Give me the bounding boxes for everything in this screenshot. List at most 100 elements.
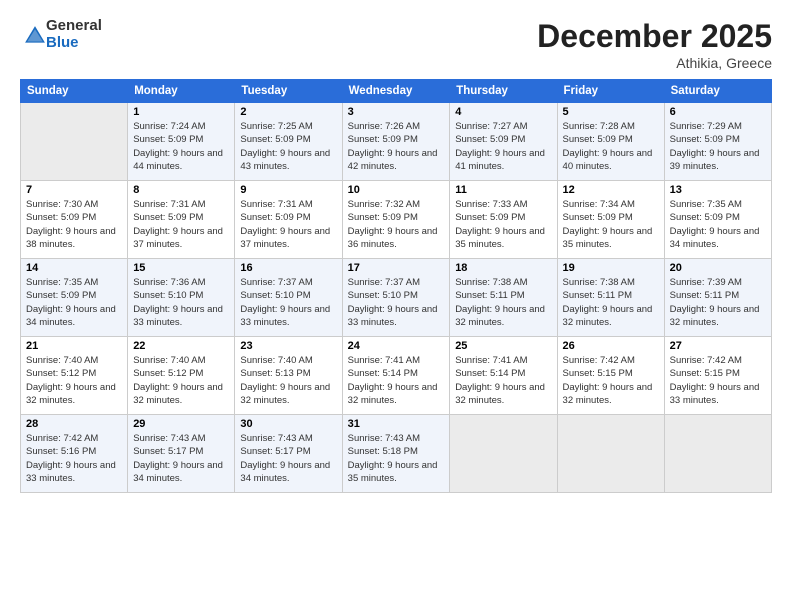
logo-icon [24, 25, 46, 47]
day-info: Sunrise: 7:42 AMSunset: 5:16 PMDaylight:… [26, 432, 122, 485]
calendar-cell: 27 Sunrise: 7:42 AMSunset: 5:15 PMDayligh… [664, 337, 771, 415]
calendar-cell: 23 Sunrise: 7:40 AMSunset: 5:13 PMDayligh… [235, 337, 342, 415]
calendar-week-row: 14Sunrise: 7:35 AMSunset: 5:09 PMDayligh… [21, 259, 772, 337]
day-info: Sunrise: 7:35 AMSunset: 5:09 PMDaylight:… [26, 276, 122, 329]
calendar-cell: 12Sunrise: 7:34 AMSunset: 5:09 PMDayligh… [557, 181, 664, 259]
day-info: Sunrise: 7:33 AMSunset: 5:09 PMDaylight:… [455, 198, 551, 251]
day-info: Sunrise: 7:24 AMSunset: 5:09 PMDaylight:… [133, 120, 229, 173]
day-number: 3 [348, 106, 445, 118]
day-number: 9 [240, 184, 336, 196]
day-number: 27 [670, 340, 766, 352]
calendar-cell: 10 Sunrise: 7:32 AMSunset: 5:09 PMDayligh… [342, 181, 450, 259]
calendar-cell: 24 Sunrise: 7:41 AMSunset: 5:14 PMDayligh… [342, 337, 450, 415]
header-thursday: Thursday [450, 80, 557, 103]
day-number: 1 [133, 106, 229, 118]
day-number: 17 [348, 262, 445, 274]
day-info: Sunrise: 7:31 AMSunset: 5:09 PMDaylight:… [133, 198, 229, 251]
day-number: 31 [348, 418, 445, 430]
day-number: 24 [348, 340, 445, 352]
logo-blue: Blue [46, 35, 102, 52]
calendar-cell: 26 Sunrise: 7:42 AMSunset: 5:15 PMDayligh… [557, 337, 664, 415]
title-block: December 2025 Athikia, Greece [537, 18, 772, 71]
day-info: Sunrise: 7:37 AMSunset: 5:10 PMDaylight:… [240, 276, 336, 329]
day-info: Sunrise: 7:41 AMSunset: 5:14 PMDaylight:… [455, 354, 551, 407]
day-info: Sunrise: 7:35 AMSunset: 5:09 PMDaylight:… [670, 198, 766, 251]
calendar-cell: 17Sunrise: 7:37 AMSunset: 5:10 PMDayligh… [342, 259, 450, 337]
header-tuesday: Tuesday [235, 80, 342, 103]
calendar-table: SundayMondayTuesdayWednesdayThursdayFrid… [20, 79, 772, 493]
calendar-cell: 14Sunrise: 7:35 AMSunset: 5:09 PMDayligh… [21, 259, 128, 337]
day-number: 28 [26, 418, 122, 430]
calendar-cell: 7Sunrise: 7:30 AMSunset: 5:09 PMDaylight… [21, 181, 128, 259]
month-title: December 2025 [537, 18, 772, 55]
calendar-cell: 4 Sunrise: 7:27 AMSunset: 5:09 PMDaylight… [450, 103, 557, 181]
calendar-week-row: 28 Sunrise: 7:42 AMSunset: 5:16 PMDayligh… [21, 415, 772, 493]
day-number: 4 [455, 106, 551, 118]
day-number: 22 [133, 340, 229, 352]
day-info: Sunrise: 7:30 AMSunset: 5:09 PMDaylight:… [26, 198, 122, 251]
day-info: Sunrise: 7:42 AMSunset: 5:15 PMDaylight:… [563, 354, 659, 407]
day-info: Sunrise: 7:43 AMSunset: 5:17 PMDaylight:… [240, 432, 336, 485]
header-friday: Friday [557, 80, 664, 103]
day-info: Sunrise: 7:28 AMSunset: 5:09 PMDaylight:… [563, 120, 659, 173]
day-info: Sunrise: 7:42 AMSunset: 5:15 PMDaylight:… [670, 354, 766, 407]
day-number: 23 [240, 340, 336, 352]
day-info: Sunrise: 7:29 AMSunset: 5:09 PMDaylight:… [670, 120, 766, 173]
day-number: 6 [670, 106, 766, 118]
header-monday: Monday [128, 80, 235, 103]
calendar-week-row: 7Sunrise: 7:30 AMSunset: 5:09 PMDaylight… [21, 181, 772, 259]
day-number: 8 [133, 184, 229, 196]
day-info: Sunrise: 7:39 AMSunset: 5:11 PMDaylight:… [670, 276, 766, 329]
day-info: Sunrise: 7:38 AMSunset: 5:11 PMDaylight:… [455, 276, 551, 329]
calendar-cell: 9Sunrise: 7:31 AMSunset: 5:09 PMDaylight… [235, 181, 342, 259]
day-info: Sunrise: 7:40 AMSunset: 5:13 PMDaylight:… [240, 354, 336, 407]
day-info: Sunrise: 7:41 AMSunset: 5:14 PMDaylight:… [348, 354, 445, 407]
logo: General Blue [20, 18, 102, 51]
day-info: Sunrise: 7:40 AMSunset: 5:12 PMDaylight:… [26, 354, 122, 407]
header-saturday: Saturday [664, 80, 771, 103]
day-number: 25 [455, 340, 551, 352]
calendar-cell: 22 Sunrise: 7:40 AMSunset: 5:12 PMDayligh… [128, 337, 235, 415]
calendar-cell: 20 Sunrise: 7:39 AMSunset: 5:11 PMDayligh… [664, 259, 771, 337]
calendar-cell: 29Sunrise: 7:43 AMSunset: 5:17 PMDayligh… [128, 415, 235, 493]
day-number: 10 [348, 184, 445, 196]
day-info: Sunrise: 7:27 AMSunset: 5:09 PMDaylight:… [455, 120, 551, 173]
day-info: Sunrise: 7:32 AMSunset: 5:09 PMDaylight:… [348, 198, 445, 251]
day-number: 26 [563, 340, 659, 352]
calendar-header-row: SundayMondayTuesdayWednesdayThursdayFrid… [21, 80, 772, 103]
day-number: 5 [563, 106, 659, 118]
day-number: 11 [455, 184, 551, 196]
calendar-cell: 13Sunrise: 7:35 AMSunset: 5:09 PMDayligh… [664, 181, 771, 259]
day-number: 20 [670, 262, 766, 274]
calendar-cell: 21 Sunrise: 7:40 AMSunset: 5:12 PMDayligh… [21, 337, 128, 415]
logo-general: General [46, 18, 102, 35]
day-number: 18 [455, 262, 551, 274]
calendar-cell: 18 Sunrise: 7:38 AMSunset: 5:11 PMDayligh… [450, 259, 557, 337]
calendar-cell: 8 Sunrise: 7:31 AMSunset: 5:09 PMDaylight… [128, 181, 235, 259]
day-info: Sunrise: 7:25 AMSunset: 5:09 PMDaylight:… [240, 120, 336, 173]
calendar-cell: 1 Sunrise: 7:24 AMSunset: 5:09 PMDaylight… [128, 103, 235, 181]
day-number: 12 [563, 184, 659, 196]
header: General Blue December 2025 Athikia, Gree… [20, 18, 772, 71]
header-sunday: Sunday [21, 80, 128, 103]
calendar-cell: 16 Sunrise: 7:37 AMSunset: 5:10 PMDayligh… [235, 259, 342, 337]
day-info: Sunrise: 7:43 AMSunset: 5:18 PMDaylight:… [348, 432, 445, 485]
day-info: Sunrise: 7:43 AMSunset: 5:17 PMDaylight:… [133, 432, 229, 485]
calendar-cell: 28 Sunrise: 7:42 AMSunset: 5:16 PMDayligh… [21, 415, 128, 493]
day-number: 15 [133, 262, 229, 274]
calendar-cell [664, 415, 771, 493]
day-number: 2 [240, 106, 336, 118]
calendar-week-row: 21 Sunrise: 7:40 AMSunset: 5:12 PMDayligh… [21, 337, 772, 415]
calendar-cell: 25 Sunrise: 7:41 AMSunset: 5:14 PMDayligh… [450, 337, 557, 415]
day-number: 21 [26, 340, 122, 352]
day-number: 16 [240, 262, 336, 274]
calendar-cell: 30 Sunrise: 7:43 AMSunset: 5:17 PMDayligh… [235, 415, 342, 493]
calendar-cell: 5 Sunrise: 7:28 AMSunset: 5:09 PMDaylight… [557, 103, 664, 181]
day-number: 19 [563, 262, 659, 274]
day-info: Sunrise: 7:40 AMSunset: 5:12 PMDaylight:… [133, 354, 229, 407]
day-info: Sunrise: 7:26 AMSunset: 5:09 PMDaylight:… [348, 120, 445, 173]
calendar-cell: 19Sunrise: 7:38 AMSunset: 5:11 PMDayligh… [557, 259, 664, 337]
calendar-week-row: 1 Sunrise: 7:24 AMSunset: 5:09 PMDaylight… [21, 103, 772, 181]
calendar-cell: 2 Sunrise: 7:25 AMSunset: 5:09 PMDaylight… [235, 103, 342, 181]
day-number: 30 [240, 418, 336, 430]
